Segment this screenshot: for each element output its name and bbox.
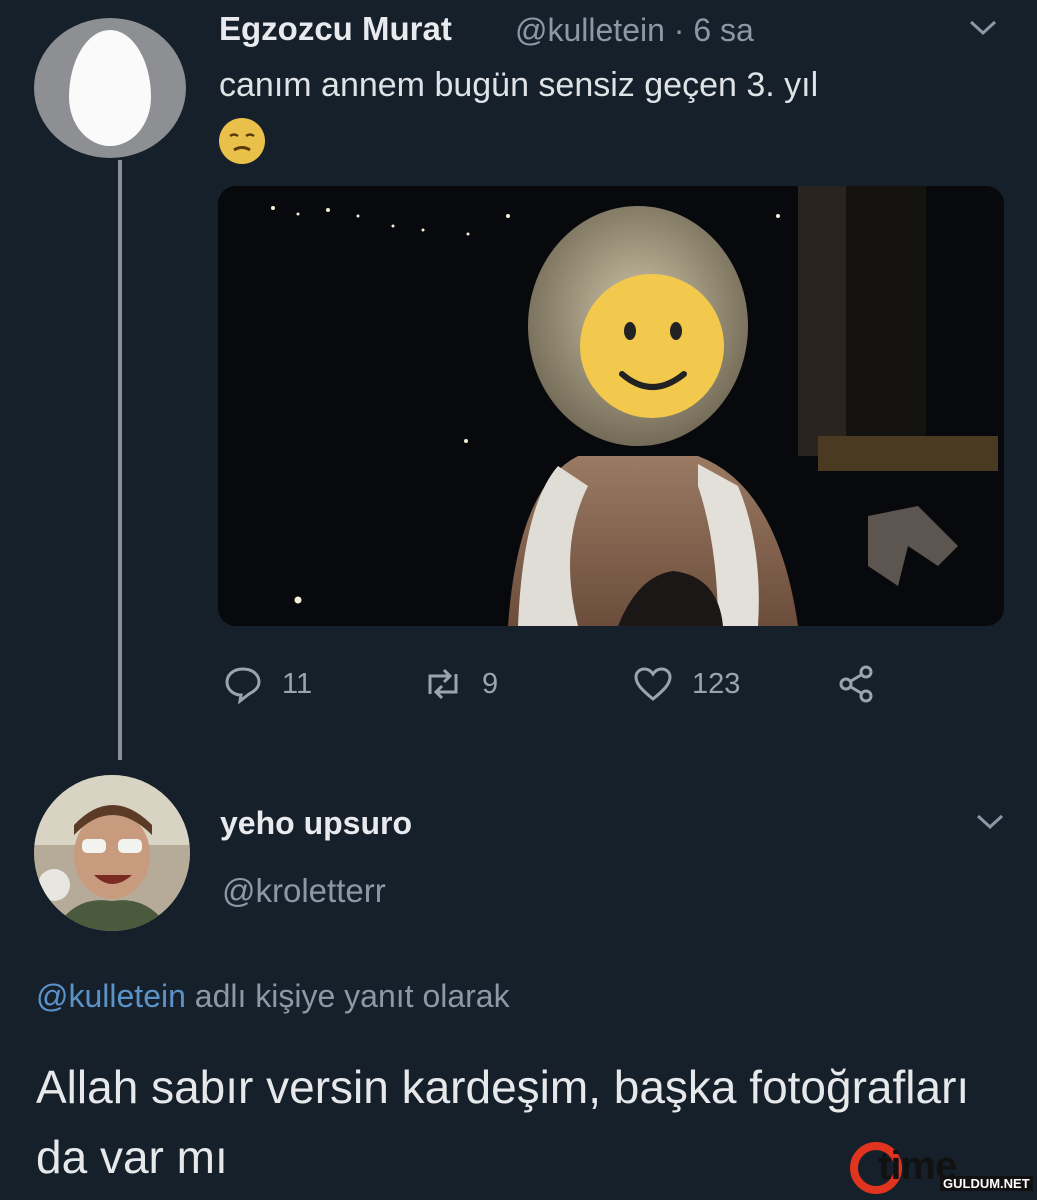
thread-connector-line (118, 160, 122, 760)
reply-menu-chevron-down-icon[interactable] (975, 812, 1004, 834)
reply-bubble-icon (225, 667, 261, 704)
tweet-menu-chevron-down-icon[interactable] (968, 18, 997, 40)
face-cover-smiley (580, 274, 724, 418)
author-name[interactable]: Egzozcu Murat (219, 10, 452, 48)
tweet-photo[interactable] (218, 186, 1004, 626)
photo-content (218, 186, 1004, 626)
retweet-icon (428, 668, 458, 700)
author-handle-timestamp[interactable]: @kulletein · 6 sa (515, 12, 754, 49)
reply-author-avatar[interactable] (34, 775, 190, 931)
egg-icon (69, 30, 151, 146)
tweet-text: canım annem bugün sensiz geçen 3. yıl (219, 66, 819, 104)
reply-action[interactable]: 11 (222, 664, 312, 704)
like-count: 123 (692, 667, 741, 700)
share-icon (839, 665, 873, 703)
reply-author-handle[interactable]: @kroletterr (222, 872, 386, 910)
retweet-action[interactable]: 9 (422, 664, 498, 704)
timebot-watermark: time GULDUM.NET (848, 1140, 1034, 1196)
heart-icon (634, 667, 672, 701)
avatar-photo (34, 775, 190, 931)
avatar-default-egg[interactable] (34, 18, 186, 158)
replying-to-line: @kulletein adlı kişiye yanıt olarak (36, 978, 510, 1015)
replying-to-mention[interactable]: @kulletein (36, 978, 186, 1014)
replying-to-suffix: adlı kişiye yanıt olarak (185, 978, 510, 1014)
reply-count: 11 (282, 667, 313, 700)
like-action[interactable]: 123 (632, 664, 740, 704)
watermark-sub: GULDUM.NET (940, 1176, 1033, 1191)
reply-author-name[interactable]: yeho upsuro (220, 805, 412, 842)
sad-face-emoji-icon (219, 118, 265, 164)
share-action[interactable] (836, 664, 878, 704)
retweet-count: 9 (482, 667, 499, 700)
